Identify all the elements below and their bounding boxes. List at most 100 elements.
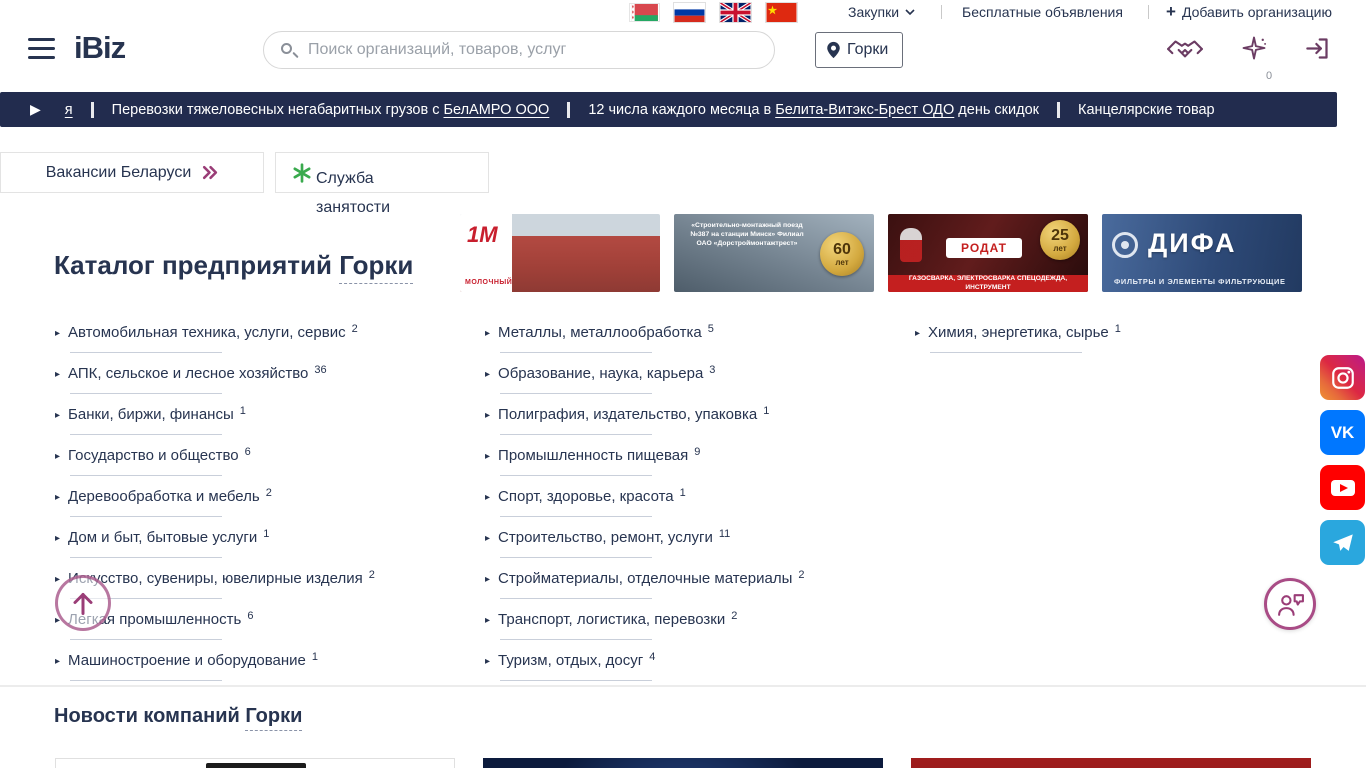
ticker-link[interactable]: я: [65, 102, 73, 118]
category-link[interactable]: Транспорт, логистика, перевозки: [498, 611, 725, 628]
category-item: ▸Строительство, ремонт, услуги11: [485, 527, 905, 558]
double-chevron-icon: [201, 165, 218, 180]
vk-icon[interactable]: VK: [1320, 410, 1365, 455]
category-link[interactable]: Стройматериалы, отделочные материалы: [498, 570, 792, 587]
bullet-icon: ▸: [485, 410, 490, 421]
category-link[interactable]: Государство и общество: [68, 447, 239, 464]
category-underline: [500, 680, 652, 681]
category-column-3: ▸Химия, энергетика, сырье1: [915, 322, 1335, 363]
ticker-play-icon[interactable]: ▶: [30, 101, 41, 118]
category-underline: [70, 393, 222, 394]
logo[interactable]: iBiz: [74, 30, 125, 66]
youtube-icon[interactable]: [1320, 465, 1365, 510]
banner-smp-387[interactable]: «Строительно-монтажный поезд №387 на ста…: [674, 214, 874, 292]
anniversary-badge: 25 лет: [1040, 220, 1080, 260]
search-input[interactable]: [308, 33, 763, 67]
category-item: ▸Металлы, металлообработка5: [485, 322, 905, 353]
category-link[interactable]: Строительство, ремонт, услуги: [498, 529, 713, 546]
banner-1m-molochny[interactable]: 1М МОЛОЧНЫЙ: [460, 214, 660, 292]
category-link[interactable]: Машиностроение и оборудование: [68, 652, 306, 669]
category-underline: [500, 639, 652, 640]
ticker-text: Перевозки тяжеловесных негабаритных груз…: [112, 102, 444, 118]
instagram-icon[interactable]: [1320, 355, 1365, 400]
category-count: 1: [1115, 323, 1121, 335]
tab-vacancies-belarus[interactable]: Вакансии Беларуси: [0, 152, 264, 193]
bullet-icon: ▸: [55, 410, 60, 421]
free-ads-link[interactable]: Бесплатные объявления: [962, 3, 1123, 21]
page: Закупки Бесплатные объявления + Добавить…: [0, 0, 1366, 768]
ticker-link[interactable]: Белита-Витэкс-Брест ОДО: [775, 102, 954, 118]
location-pin-icon: [826, 41, 841, 59]
news-card-logo: [206, 763, 306, 768]
topbar-divider: [1148, 5, 1149, 19]
category-underline: [70, 516, 222, 517]
tab-employment-service[interactable]: Служба занятости: [275, 152, 489, 193]
news-card[interactable]: [911, 758, 1311, 768]
category-count: 6: [247, 610, 253, 622]
favorites-sparkle-icon[interactable]: [1240, 34, 1268, 67]
page-title-city[interactable]: Горки: [339, 250, 413, 284]
category-count: 2: [266, 487, 272, 499]
category-count: 1: [263, 528, 269, 540]
category-count: 1: [240, 405, 246, 417]
category-link[interactable]: Автомобильная техника, услуги, сервис: [68, 324, 346, 341]
banner-caption: ФИЛЬТРЫ И ЭЛЕМЕНТЫ ФИЛЬТРУЮЩИЕ: [1114, 277, 1286, 286]
category-item: ▸ Дом и быт, бытовые услуги 1: [55, 527, 475, 558]
bullet-icon: ▸: [485, 328, 490, 339]
category-underline: [930, 352, 1082, 353]
arrow-up-icon: [71, 590, 95, 617]
category-link[interactable]: Спорт, здоровье, красота: [498, 488, 674, 505]
scroll-to-top-button[interactable]: [55, 575, 111, 631]
banner-difa[interactable]: ДИФА ФИЛЬТРЫ И ЭЛЕМЕНТЫ ФИЛЬТРУЮЩИЕ: [1102, 214, 1302, 292]
page-title-text: Каталог предприятий: [54, 250, 332, 280]
purchases-menu[interactable]: Закупки: [848, 3, 915, 21]
flag-russia-icon[interactable]: [674, 3, 705, 22]
category-count: 11: [719, 528, 730, 540]
telegram-icon[interactable]: [1320, 520, 1365, 565]
banner-strip: ГАЗОСВАРКА, ЭЛЕКТРОСВАРКА СПЕЦОДЕЖДА, ИН…: [888, 275, 1088, 292]
category-link[interactable]: Металлы, металлообработка: [498, 324, 702, 341]
bullet-icon: ▸: [55, 533, 60, 544]
news-card[interactable]: [483, 758, 883, 768]
category-count: 36: [314, 364, 326, 376]
category-link[interactable]: Полиграфия, издательство, упаковка: [498, 406, 757, 423]
flag-belarus-icon[interactable]: [630, 4, 659, 21]
flag-china-icon[interactable]: [766, 3, 797, 22]
vk-label: VK: [1331, 423, 1355, 443]
category-item: ▸Туризм, отдых, досуг4: [485, 650, 905, 681]
add-organization-link[interactable]: + Добавить организацию: [1166, 3, 1332, 21]
category-link[interactable]: Дом и быт, бытовые услуги: [68, 529, 257, 546]
category-item: ▸Стройматериалы, отделочные материалы2: [485, 568, 905, 599]
login-icon[interactable]: [1304, 35, 1331, 67]
caret-down-icon: [905, 9, 915, 16]
banner-panel: 1М МОЛОЧНЫЙ: [460, 214, 512, 292]
category-count: 4: [649, 651, 655, 663]
category-link[interactable]: Банки, биржи, финансы: [68, 406, 234, 423]
category-link[interactable]: Образование, наука, карьера: [498, 365, 703, 382]
plus-icon: +: [1166, 5, 1176, 19]
category-count: 6: [245, 446, 251, 458]
category-link[interactable]: АПК, сельское и лесное хозяйство: [68, 365, 308, 382]
partners-handshake-icon[interactable]: [1166, 36, 1204, 69]
category-link[interactable]: Химия, энергетика, сырье: [928, 324, 1109, 341]
ticker-link[interactable]: БелАМРО ООО: [444, 102, 550, 118]
category-underline: [70, 557, 222, 558]
city-selector-button[interactable]: Горки: [815, 32, 903, 68]
category-link[interactable]: Искусство, сувениры, ювелирные изделия: [68, 570, 363, 587]
category-item: ▸Легкая промышленность6: [55, 609, 475, 640]
news-title-city[interactable]: Горки: [245, 705, 302, 731]
category-link[interactable]: Туризм, отдых, досуг: [498, 652, 643, 669]
category-item: ▸Деревообработка и мебель2: [55, 486, 475, 517]
hamburger-menu-icon[interactable]: [28, 38, 55, 59]
ticker-item: Перевозки тяжеловесных негабаритных груз…: [112, 102, 550, 118]
category-link[interactable]: Деревообработка и мебель: [68, 488, 260, 505]
banner-rodat[interactable]: РОДАТ 25 лет ГАЗОСВАРКА, ЭЛЕКТРОСВАРКА С…: [888, 214, 1088, 292]
category-link[interactable]: Промышленность пищевая: [498, 447, 688, 464]
employment-label: Служба занятости: [316, 164, 422, 222]
category-underline: [70, 639, 222, 640]
news-card[interactable]: [55, 758, 455, 768]
chat-widget-button[interactable]: [1264, 578, 1316, 630]
search-bar: [263, 31, 775, 69]
flag-uk-icon[interactable]: [720, 3, 751, 22]
category-underline: [70, 680, 222, 681]
